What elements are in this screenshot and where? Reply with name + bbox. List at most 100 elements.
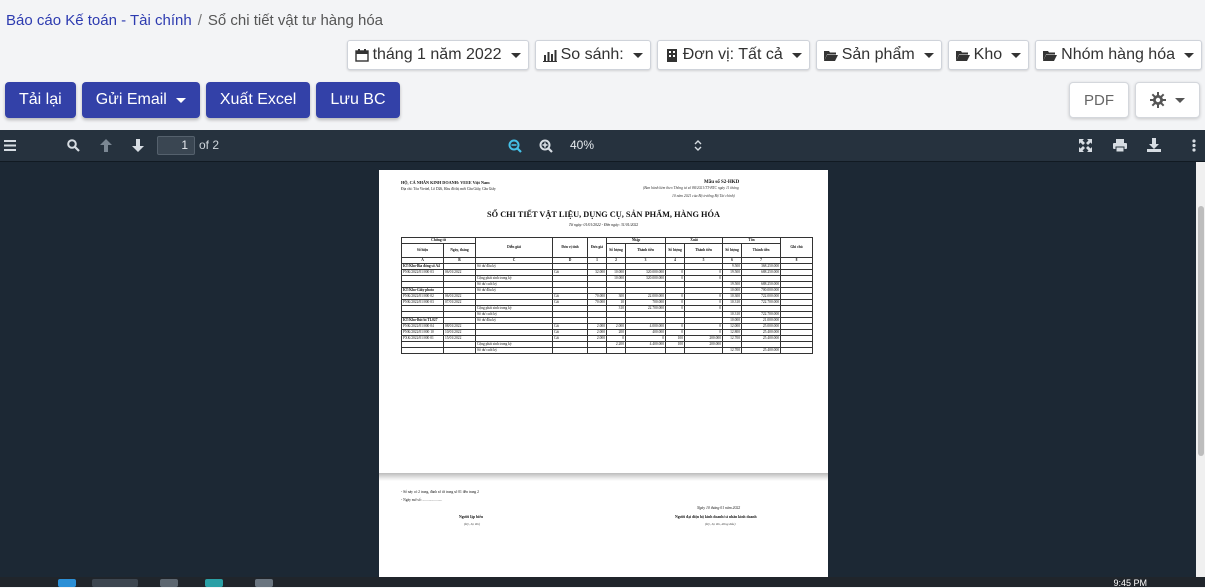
taskbar-app-icon[interactable]	[255, 579, 273, 587]
gear-icon	[1150, 92, 1166, 108]
report-signer-2-note: (Ký, họ tên, đóng dấu)	[705, 522, 736, 526]
header-unit: Đơn vị tính	[552, 237, 588, 258]
download-icon[interactable]	[1147, 138, 1161, 152]
breadcrumb-current: Sổ chi tiết vật tư hàng hóa	[207, 12, 384, 29]
folder-open-icon	[1043, 50, 1058, 61]
breadcrumb-separator: /	[197, 12, 202, 29]
page-count: of 2	[199, 138, 220, 152]
report-form-note-1: (Ban hành kèm theo Thông tư số 88/2021/T…	[643, 186, 739, 190]
ledger-cell-p	[587, 347, 607, 354]
product-filter[interactable]: Sản phẩm	[815, 40, 942, 70]
ledger-row: Số dư cuối kỳ 12.700 25.400.000	[401, 347, 814, 354]
sidebar-toggle-icon[interactable]	[4, 140, 16, 151]
viewer-scrollbar[interactable]	[1196, 162, 1205, 580]
report-footer-note-2: - Ngày mở sổ: ......................	[401, 498, 443, 502]
report-signer-2: Người đại diện hộ kinh doanh/cá nhân kin…	[675, 515, 757, 519]
zoom-in-icon[interactable]	[539, 139, 553, 153]
report-sign-date: Ngày 10 tháng 01 năm 2022	[697, 506, 741, 510]
product-filter-label: Sản phẩm	[841, 46, 915, 63]
ledger-cell-n	[780, 347, 814, 354]
export-excel-button[interactable]: Xuất Excel	[205, 82, 311, 118]
ledger-cell-a	[401, 347, 444, 354]
search-icon[interactable]	[67, 139, 80, 152]
chevron-down-icon	[791, 52, 802, 58]
header-in-amount: Thành tiền	[624, 243, 667, 258]
ledger-cell-m2	[684, 347, 724, 354]
chevron-down-icon	[632, 52, 643, 58]
ledger-table: Chứng từ Diễn giải Đơn vị tính Đơn giá Nhập X…	[401, 237, 814, 354]
period-filter[interactable]: tháng 1 năm 2022	[346, 40, 529, 70]
period-filter-label: tháng 1 năm 2022	[372, 46, 502, 63]
folder-open-icon	[823, 50, 838, 61]
header-description: Diễn giải	[475, 237, 553, 258]
chevron-down-icon	[510, 52, 521, 58]
ledger-cell-q3: 12.700	[722, 347, 743, 354]
taskbar-app-icon[interactable]	[160, 579, 178, 587]
pdf-toolbar: 1 of 2 40%	[0, 130, 1205, 162]
chevron-down-icon	[923, 52, 934, 58]
report-org-address: Địa chỉ: Tòa Viettel, Lô D26, Khu đô thị…	[401, 187, 496, 191]
send-email-button[interactable]: Gửi Email	[81, 82, 200, 118]
chevron-down-icon	[175, 97, 186, 103]
next-page-icon[interactable]	[132, 139, 144, 152]
zoom-out-icon[interactable]	[508, 139, 522, 153]
warehouse-filter-label: Kho	[973, 46, 1003, 63]
pdf-button[interactable]: PDF	[1069, 82, 1129, 118]
taskbar-browser-icon[interactable]	[92, 579, 138, 587]
ledger-cell-q2	[665, 347, 686, 354]
ledger-cell-m1	[624, 347, 667, 354]
viewer-scrollbar-thumb[interactable]	[1198, 206, 1204, 456]
ledger-cell-b	[443, 347, 476, 354]
save-report-button[interactable]: Lưu BC	[316, 82, 400, 118]
ledger-cell-q1	[606, 347, 626, 354]
report-form-note-2: 10 năm 2021 của Bộ trưởng Bộ Tài chính)	[672, 194, 735, 198]
header-price: Đơn giá	[587, 237, 607, 258]
page-number-input[interactable]: 1	[157, 136, 195, 155]
header-out-amount: Thành tiền	[684, 243, 724, 258]
settings-button[interactable]	[1135, 82, 1200, 118]
report-org-name: HỘ, CÁ NHÂN KINH DOANH: VEEE Việt Nam	[401, 180, 490, 185]
os-taskbar: 9:45 PM	[0, 577, 1205, 588]
taskbar-app-icon[interactable]	[58, 579, 76, 587]
breadcrumb-parent-link[interactable]: Báo cáo Kế toán - Tài chính	[6, 12, 192, 29]
print-icon[interactable]	[1113, 139, 1127, 152]
report-title: SỔ CHI TIẾT VẬT LIỆU, DỤNG CỤ, SẢN PHẨM,…	[487, 210, 720, 219]
report-signer-1: Người lập biểu	[459, 515, 484, 519]
ledger-cell-a: KT/Kho-Bút bi TL027	[401, 317, 444, 324]
previous-page-icon[interactable]	[100, 139, 112, 152]
header-note: Ghi chú	[780, 237, 814, 258]
report-date-range: Từ ngày: 01/01/2022 - Đến ngày: 31/01/20…	[568, 223, 639, 227]
ledger-cell-d	[552, 347, 588, 354]
calendar-icon	[354, 48, 369, 62]
header-voucher-no: Số hiệu	[401, 243, 444, 258]
reload-button[interactable]: Tải lại	[5, 82, 76, 118]
bar-chart-icon	[542, 49, 557, 62]
header-in-qty: Số lượng	[606, 243, 626, 258]
taskbar-app-icon[interactable]	[205, 579, 223, 587]
pdf-viewer: 1 of 2 40% HỘ, CÁ NHÂN KINH DOANH: VEEE …	[0, 130, 1205, 580]
product-group-filter[interactable]: Nhóm hàng hóa	[1035, 40, 1202, 70]
breadcrumb: Báo cáo Kế toán - Tài chính / Sổ chi tiết …	[6, 12, 383, 29]
product-group-filter-label: Nhóm hàng hóa	[1061, 46, 1175, 63]
chevron-down-icon	[1175, 97, 1185, 103]
page-break-shadow	[379, 473, 828, 481]
unit-filter[interactable]: Đơn vị: Tất cả	[656, 40, 810, 70]
zoom-select-chevron-icon[interactable]	[694, 139, 702, 152]
header-stock-qty: Số lượng	[722, 243, 743, 258]
more-options-icon[interactable]	[1192, 139, 1196, 152]
fullscreen-icon[interactable]	[1079, 139, 1092, 152]
compare-filter[interactable]: So sánh:	[534, 40, 651, 70]
header-voucher-date: Ngày, tháng	[443, 243, 476, 258]
ledger-cell-a: KT/Kho-Bìa đóng số A4	[401, 263, 444, 270]
folder-open-icon	[955, 50, 970, 61]
pdf-page: HỘ, CÁ NHÂN KINH DOANH: VEEE Việt Nam Đị…	[379, 170, 828, 580]
report-footer-note-1: - Sổ này có 2 trang, đánh số từ trang số…	[401, 490, 479, 494]
chevron-down-icon	[1184, 52, 1194, 58]
zoom-level[interactable]: 40%	[570, 138, 594, 152]
filter-bar: tháng 1 năm 2022 So sánh: Đơn vị: Tất cả…	[346, 40, 1202, 70]
warehouse-filter[interactable]: Kho	[947, 40, 1030, 70]
chevron-down-icon	[1011, 52, 1022, 58]
building-icon	[666, 48, 677, 62]
compare-filter-label: So sánh:	[560, 46, 624, 63]
right-action-bar: PDF	[1069, 82, 1200, 118]
